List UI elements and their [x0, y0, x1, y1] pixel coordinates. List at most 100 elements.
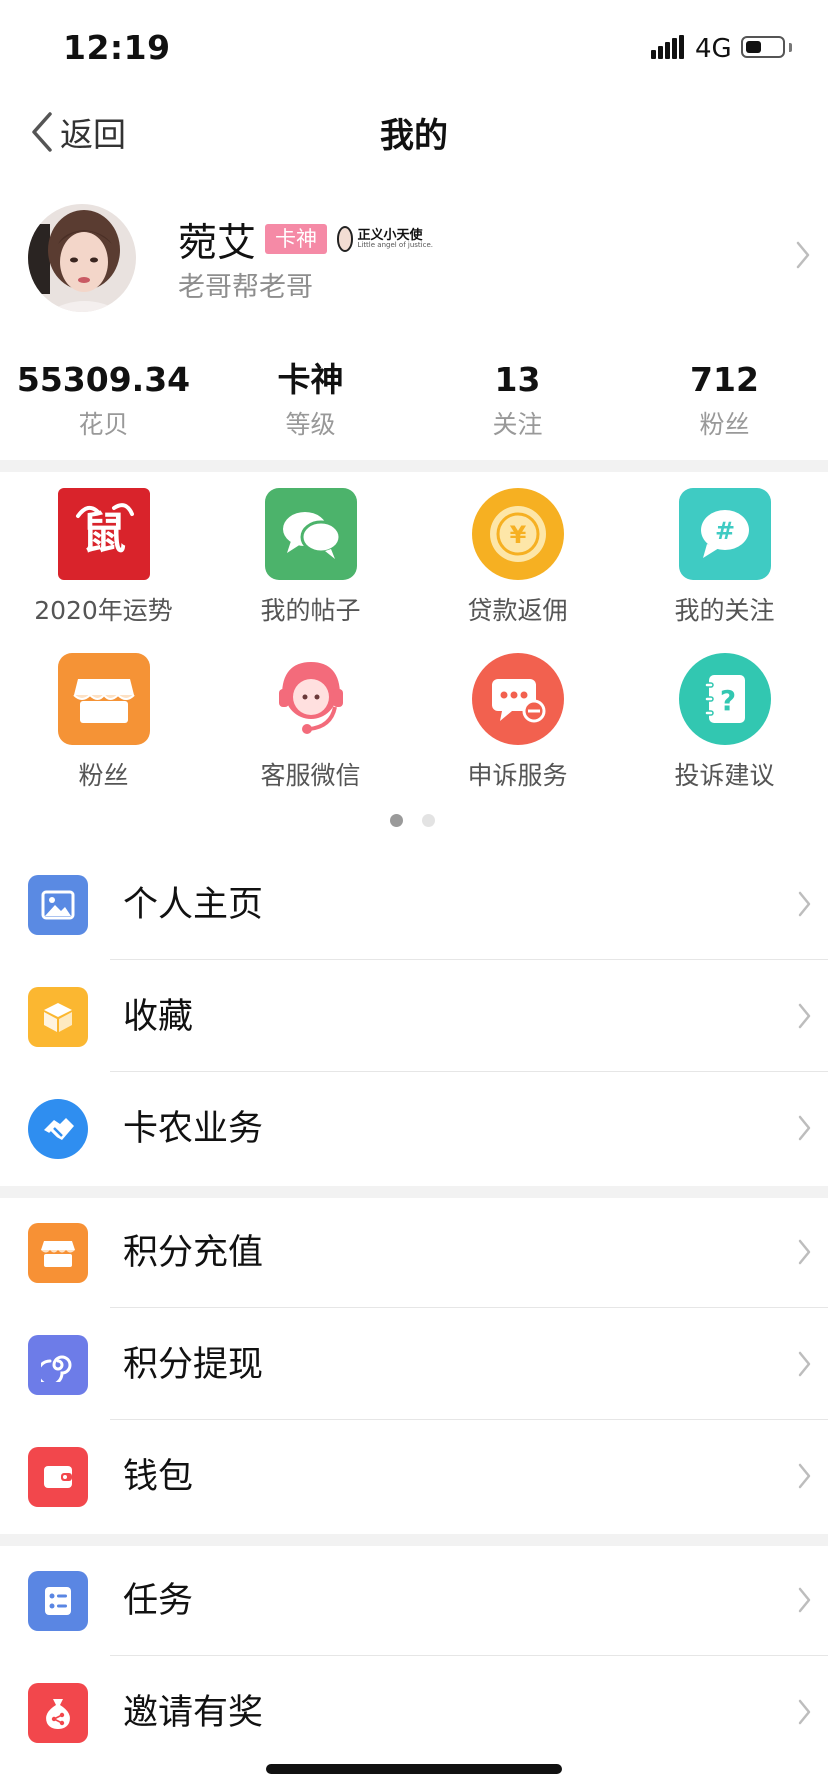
grid-item-support-wechat[interactable]: 客服微信 [207, 653, 414, 793]
menu-item-card-business[interactable]: 卡农业务 [0, 1074, 828, 1184]
row-divider [110, 1419, 828, 1420]
headset-agent-icon [264, 653, 357, 745]
grid-item-label: 申诉服务 [467, 761, 568, 790]
hashtag-icon: # [678, 488, 771, 580]
grid-item-label: 客服微信 [260, 761, 361, 790]
handshake-icon [28, 1099, 88, 1159]
menu-item-points-recharge[interactable]: 积分充值 [0, 1198, 828, 1308]
chevron-right-icon [798, 1115, 811, 1141]
task-list-icon [28, 1571, 88, 1631]
avatar[interactable] [28, 204, 136, 312]
profile-subtitle: 老哥帮老哥 [178, 272, 313, 303]
status-time: 12:19 [63, 28, 171, 67]
menu-item-label: 任务 [123, 1581, 194, 1621]
message-dots-icon [471, 653, 564, 745]
chevron-right-icon [798, 1351, 811, 1377]
question-note-icon: ? [678, 653, 771, 745]
grid-item-my-posts[interactable]: 我的帖子 [207, 488, 414, 628]
grid-item-fans[interactable]: 粉丝 [0, 653, 207, 793]
chevron-right-icon [798, 891, 811, 917]
row-divider [110, 1655, 828, 1656]
gift-bag-icon [28, 1683, 88, 1743]
battery-tip [789, 43, 792, 52]
menu-item-label: 个人主页 [123, 885, 264, 925]
stat-label: 关注 [492, 410, 543, 439]
svg-text:#: # [714, 517, 734, 545]
stat-label: 等级 [285, 410, 336, 439]
chevron-right-icon [798, 1587, 811, 1613]
svg-text:¥: ¥ [509, 521, 526, 549]
grid-item-label: 投诉建议 [674, 761, 775, 790]
chevron-right-icon [798, 1239, 811, 1265]
avatar-image [28, 204, 136, 312]
image-icon [28, 875, 88, 935]
menu-item-label: 卡农业务 [123, 1109, 264, 1149]
grid-item-label: 我的帖子 [260, 596, 361, 625]
grid-item-appeal-service[interactable]: 申诉服务 [414, 653, 621, 793]
row-divider [110, 1307, 828, 1308]
section-divider [0, 1534, 828, 1546]
stat-label: 花贝 [78, 410, 129, 439]
menu-item-favorites[interactable]: 收藏 [0, 962, 828, 1072]
menu-item-label: 收藏 [123, 997, 194, 1037]
menu-item-label: 积分充值 [123, 1233, 264, 1273]
section-divider [0, 460, 828, 472]
wallet-icon [28, 1447, 88, 1507]
cellular-signal-icon [651, 35, 685, 59]
username: 菀艾 [178, 221, 257, 266]
stat-level[interactable]: 卡神 等级 [207, 358, 414, 442]
yen-coin-icon: ¥ [471, 488, 564, 580]
back-button[interactable]: 返回 [28, 108, 126, 156]
stat-value: 卡神 [277, 360, 344, 399]
box-icon [28, 987, 88, 1047]
grid-item-my-following[interactable]: # 我的关注 [621, 488, 828, 628]
stat-label: 粉丝 [699, 410, 750, 439]
rank-badge: 卡神 [265, 224, 327, 254]
row-divider [110, 959, 828, 960]
battery-icon [741, 36, 785, 58]
menu-item-label: 钱包 [123, 1457, 194, 1497]
stat-value: 55309.34 [16, 360, 191, 399]
page-dot[interactable] [422, 814, 435, 827]
honor-badge-subtitle: Little angel of justice. [357, 241, 433, 249]
chat-bubbles-icon [264, 488, 357, 580]
stat-points[interactable]: 55309.34 花贝 [0, 358, 207, 442]
svg-text:?: ? [719, 684, 735, 717]
row-divider [110, 1071, 828, 1072]
menu-item-label: 邀请有奖 [123, 1693, 264, 1733]
chevron-right-icon [798, 1003, 811, 1029]
menu-item-wallet[interactable]: 钱包 [0, 1422, 828, 1532]
svg-text:鼠: 鼠 [82, 508, 126, 559]
page-dot[interactable] [390, 814, 403, 827]
menu-item-tasks[interactable]: 任务 [0, 1546, 828, 1656]
grid-item-label: 粉丝 [78, 761, 129, 790]
swirl-icon [28, 1335, 88, 1395]
menu-item-points-withdraw[interactable]: 积分提现 [0, 1310, 828, 1420]
shop-icon [57, 653, 150, 745]
grid-item-loan-rebate[interactable]: ¥ 贷款返佣 [414, 488, 621, 628]
grid-item-fortune[interactable]: 鼠 2020年运势 [0, 488, 207, 628]
chevron-right-icon[interactable] [795, 240, 811, 270]
home-indicator[interactable] [266, 1764, 562, 1774]
menu-item-label: 积分提现 [123, 1345, 264, 1385]
stat-value: 13 [494, 360, 541, 399]
grid-item-label: 贷款返佣 [467, 596, 568, 625]
chevron-left-icon [32, 112, 52, 152]
store-icon [28, 1223, 88, 1283]
stat-fans[interactable]: 712 粉丝 [621, 358, 828, 442]
fortune-rat-icon: 鼠 [57, 488, 150, 580]
section-divider [0, 1186, 828, 1198]
battery-level [746, 41, 761, 53]
stat-following[interactable]: 13 关注 [414, 358, 621, 442]
network-type: 4G [695, 34, 732, 64]
angel-avatar-icon [337, 226, 354, 252]
chevron-right-icon [798, 1699, 811, 1725]
menu-item-personal-home[interactable]: 个人主页 [0, 850, 828, 960]
back-label: 返回 [60, 115, 126, 154]
menu-item-invite-reward[interactable]: 邀请有奖 [0, 1658, 828, 1768]
grid-item-complaint[interactable]: ? 投诉建议 [621, 653, 828, 793]
grid-item-label: 2020年运势 [34, 596, 173, 625]
grid-item-label: 我的关注 [674, 596, 775, 625]
stat-value: 712 [690, 360, 759, 399]
chevron-right-icon [798, 1463, 811, 1489]
